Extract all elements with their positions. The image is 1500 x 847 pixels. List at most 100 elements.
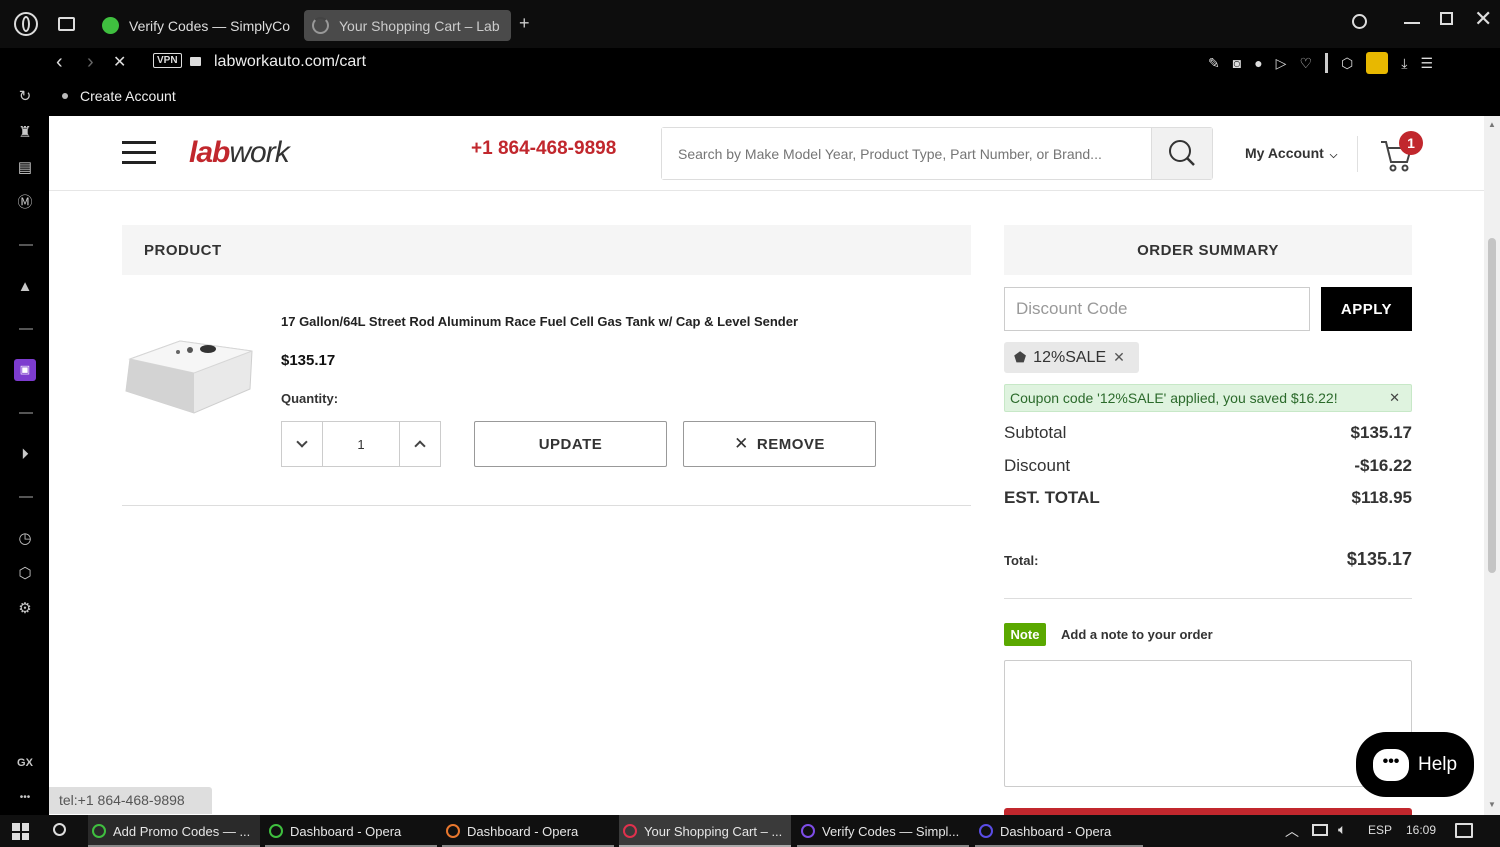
logo-lab: lab [189, 136, 230, 169]
remove-coupon-icon[interactable]: ✕ [1113, 349, 1125, 366]
total-row: Total: $135.17 [1004, 549, 1412, 571]
dismiss-message-icon[interactable]: ✕ [1389, 390, 1400, 406]
taskbar-item[interactable]: Dashboard - Opera [442, 815, 614, 847]
aria-icon[interactable]: ▲ [14, 276, 36, 298]
close-window-button[interactable]: ✕ [1474, 6, 1492, 32]
search-tabs-icon[interactable] [1352, 14, 1367, 29]
scroll-down-arrow-icon[interactable]: ▼ [1488, 800, 1496, 809]
heart-icon[interactable]: ♡ [1299, 55, 1312, 72]
search-icon[interactable] [53, 823, 66, 836]
subtotal-value: $135.17 [1350, 423, 1412, 442]
send-icon[interactable]: ▷ [1276, 55, 1287, 72]
forward-button[interactable]: › [87, 51, 94, 74]
loading-spinner-icon [312, 17, 329, 34]
scroll-up-arrow-icon[interactable]: ▲ [1488, 120, 1496, 129]
easy-setup-icon[interactable]: ☰ [1420, 55, 1433, 72]
tab-verify-codes[interactable]: Verify Codes — SimplyCo [94, 10, 297, 41]
toolbar-extensions: ✎ ◙ ● ▷ ♡ ⬡ ⤓ ☰ [1208, 52, 1476, 74]
chevron-down-icon: ⌵ [1329, 150, 1338, 161]
divider-icon [1325, 53, 1329, 73]
taskbar-item-label: Add Promo Codes — ... [113, 823, 251, 839]
product-title[interactable]: 17 Gallon/64L Street Rod Aluminum Race F… [281, 314, 798, 329]
my-account-label: My Account [1245, 145, 1324, 161]
taskbar-item-label: Dashboard - Opera [1000, 823, 1112, 839]
labwork-logo[interactable]: labwork [189, 136, 290, 170]
cart-button[interactable]: 1 [1379, 131, 1427, 174]
discount-label: Discount [1004, 456, 1071, 475]
search-icon [1169, 140, 1195, 166]
gx-corner-icon[interactable]: Ⓜ [14, 192, 36, 214]
quantity-decrease-button[interactable] [282, 422, 322, 466]
page-scrollbar[interactable]: ▲ ▼ [1484, 116, 1500, 815]
tray-chevron-up-icon[interactable]: ︿ [1285, 821, 1299, 841]
settings-gear-icon[interactable]: ⚙ [14, 598, 36, 620]
vpn-badge[interactable]: VPN [153, 53, 182, 68]
shield-icon[interactable]: ● [1254, 55, 1262, 71]
refresh-icon[interactable]: ↻ [14, 86, 36, 108]
news-icon[interactable]: ▤ [14, 157, 36, 179]
phone-link[interactable]: +1 864-468-9898 [471, 138, 616, 160]
new-tab-button[interactable]: + [519, 13, 530, 34]
simplycodes-favicon-icon [102, 17, 119, 34]
network-icon[interactable] [1312, 824, 1328, 836]
minimize-button[interactable] [1404, 22, 1420, 24]
taskbar-item[interactable]: Add Promo Codes — ... [88, 815, 260, 847]
back-button[interactable]: ‹ [56, 51, 63, 74]
help-label: Help [1418, 753, 1458, 775]
quantity-increase-button[interactable] [400, 422, 440, 466]
player-icon[interactable]: ⏵ [14, 444, 36, 466]
tab-shopping-cart[interactable]: Your Shopping Cart – Lab [304, 10, 511, 41]
twitch-icon[interactable]: ▣ [14, 359, 36, 381]
gx-label[interactable]: GX [14, 752, 36, 774]
lock-icon[interactable] [190, 57, 201, 66]
download-icon[interactable]: ⤓ [1401, 55, 1407, 72]
order-note-textarea[interactable] [1004, 660, 1412, 787]
scrollbar-thumb[interactable] [1488, 238, 1496, 573]
product-image[interactable] [122, 311, 256, 439]
help-chat-button[interactable]: ••• Help [1356, 732, 1474, 797]
tab-island-icon[interactable] [58, 17, 75, 31]
search-button[interactable] [1151, 128, 1212, 179]
discount-code-input[interactable] [1004, 287, 1310, 331]
opera-icon [801, 824, 815, 838]
checkout-button[interactable] [1004, 808, 1412, 815]
cube-icon[interactable]: ⬡ [1341, 55, 1353, 72]
windows-start-icon[interactable] [12, 823, 29, 840]
fuel-tank-image [125, 340, 253, 414]
update-button[interactable]: UPDATE [474, 421, 667, 467]
bookmark-create-account[interactable]: Create Account [62, 88, 176, 104]
note-badge: Note [1004, 623, 1046, 646]
volume-icon[interactable]: 🔈︎ [1338, 821, 1346, 838]
menu-icon[interactable] [122, 141, 156, 165]
taskbar-item[interactable]: Verify Codes — Simpl... [797, 815, 969, 847]
taskbar-item[interactable]: Your Shopping Cart – ... [619, 815, 791, 847]
extensions-icon[interactable]: ⬡ [14, 563, 36, 585]
quantity-input[interactable] [322, 422, 400, 466]
extension-icon[interactable] [1366, 52, 1389, 74]
more-icon[interactable]: ••• [14, 787, 36, 809]
sidebar-separator [19, 244, 33, 246]
notifications-icon[interactable] [1455, 823, 1473, 838]
bookmark-dot-icon [62, 93, 68, 99]
web-page: labwork +1 864-468-9898 My Account ⌵ 1 P… [49, 116, 1484, 815]
remove-button[interactable]: ✕ REMOVE [683, 421, 876, 467]
taskbar-item[interactable]: Dashboard - Opera [975, 815, 1143, 847]
url-field[interactable]: labworkauto.com/cart [214, 53, 366, 71]
opera-logo-icon[interactable] [14, 12, 38, 36]
subtotal-label: Subtotal [1004, 423, 1067, 442]
taskbar-item[interactable]: Dashboard - Opera [265, 815, 437, 847]
stop-loading-button[interactable]: ✕ [113, 52, 126, 72]
apply-button[interactable]: APPLY [1321, 287, 1412, 331]
product-column-header: PRODUCT [122, 225, 971, 275]
language-indicator[interactable]: ESP [1368, 823, 1392, 837]
search-input[interactable] [662, 128, 1150, 179]
arcade-icon[interactable]: ♜ [14, 122, 36, 144]
snapshot-icon[interactable]: ◙ [1233, 55, 1241, 71]
edit-page-icon[interactable]: ✎ [1208, 55, 1220, 72]
history-icon[interactable]: ◷ [14, 528, 36, 550]
total-value: $135.17 [1346, 549, 1412, 569]
clock[interactable]: 16:09 [1406, 823, 1436, 837]
sidebar-separator [19, 328, 33, 330]
my-account-menu[interactable]: My Account ⌵ [1245, 145, 1337, 161]
restore-button[interactable] [1440, 12, 1453, 25]
